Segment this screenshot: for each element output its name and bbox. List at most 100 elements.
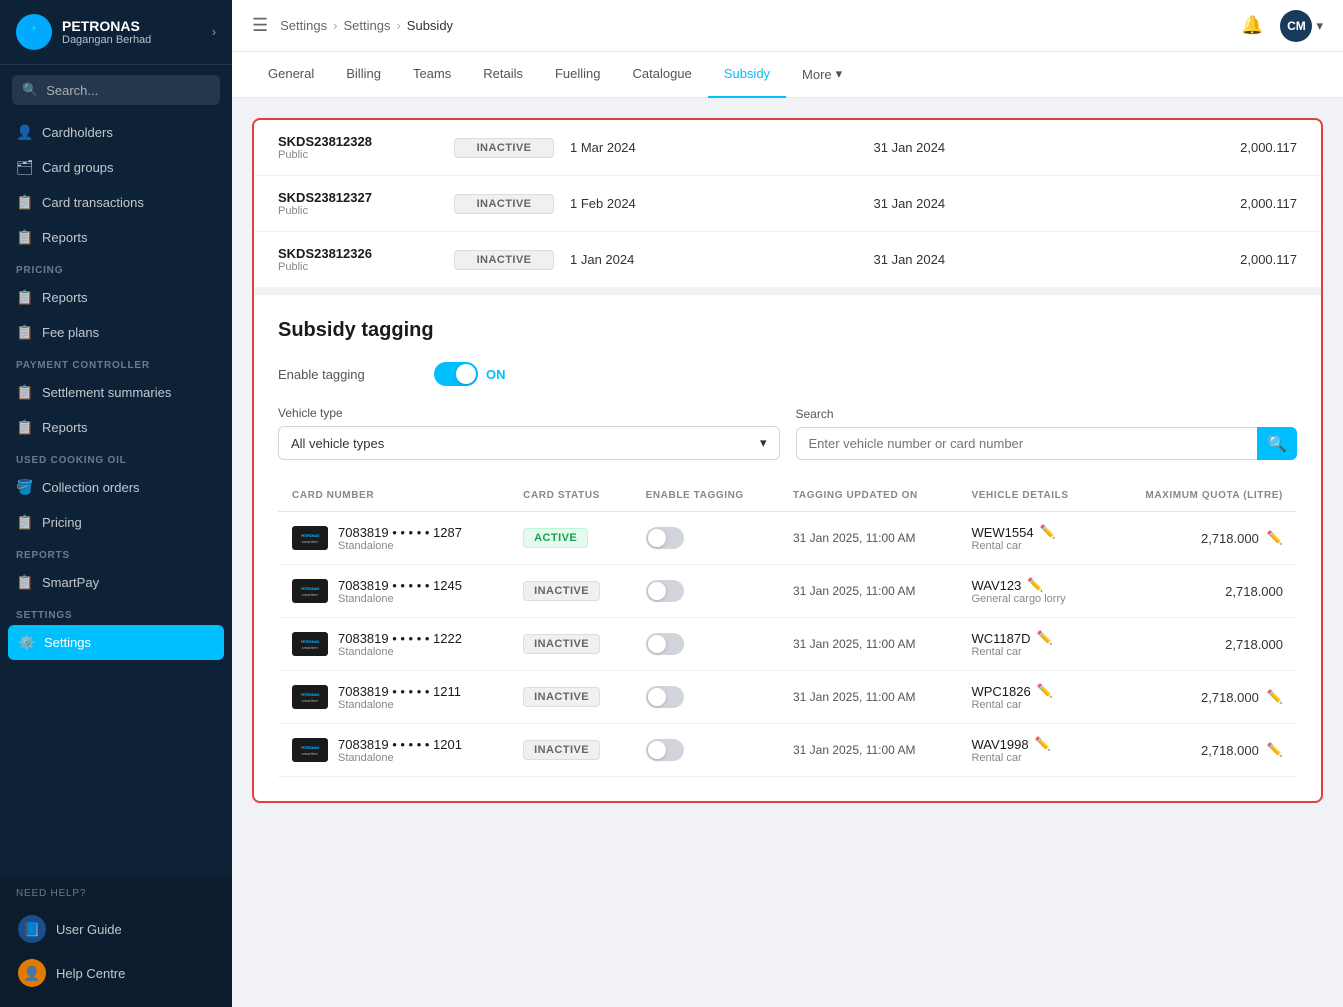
status-badge: INACTIVE: [454, 250, 554, 270]
tab-fuelling[interactable]: Fuelling: [539, 52, 617, 98]
avatar-dropdown[interactable]: CM ▾: [1280, 10, 1323, 42]
tab-more[interactable]: More ▾: [786, 52, 858, 98]
tab-catalogue[interactable]: Catalogue: [617, 52, 708, 98]
sidebar-item-smartpay[interactable]: 📋 SmartPay: [0, 565, 232, 600]
tab-billing[interactable]: Billing: [330, 52, 397, 98]
vehicle-type: Rental car: [971, 699, 1052, 711]
card-cell-2: PETRONAS smartbev 7083819 • • • • • 1222…: [278, 618, 509, 671]
logo-text: PETRONAS Dagangan Berhad: [62, 18, 202, 46]
vehicle-plate: WAV123: [971, 578, 1021, 593]
fee-plans-icon: 📋: [16, 324, 32, 341]
breadcrumb-settings1[interactable]: Settings: [280, 18, 327, 33]
sidebar-expand-icon[interactable]: ›: [212, 25, 216, 39]
user-guide-link[interactable]: 📘 User Guide: [12, 907, 220, 951]
sidebar-item-pricing-cooking[interactable]: 📋 Pricing: [0, 505, 232, 540]
th-card-number: CARD NUMBER: [278, 480, 509, 512]
vehicle-plate: WC1187D: [971, 631, 1030, 646]
enable-tagging-row: Enable tagging ON: [278, 362, 1297, 386]
status-badge: INACTIVE: [454, 138, 554, 158]
subsidy-rows-list: SKDS23812328 Public INACTIVE 1 Mar 2024 …: [254, 120, 1321, 287]
th-card-status: CARD STATUS: [509, 480, 631, 512]
menu-icon[interactable]: ☰: [252, 15, 268, 36]
collection-icon: 🪣: [16, 479, 32, 496]
vehicle-edit-icon[interactable]: ✏️: [1040, 524, 1056, 540]
tab-teams[interactable]: Teams: [397, 52, 467, 98]
tab-subsidy[interactable]: Subsidy: [708, 52, 786, 98]
sidebar-item-settlement[interactable]: 📋 Settlement summaries: [0, 375, 232, 410]
filter-row: Vehicle type All vehicle types ▾ Search …: [278, 406, 1297, 460]
vehicle-type-label: Vehicle type: [278, 406, 780, 420]
card-thumbnail: PETRONAS smartbev: [292, 526, 328, 550]
enable-tagging-toggle[interactable]: [434, 362, 478, 386]
start-date: 1 Mar 2024: [570, 140, 858, 155]
sidebar-item-collection-orders[interactable]: 🪣 Collection orders: [0, 470, 232, 505]
start-date: 1 Feb 2024: [570, 196, 858, 211]
vehicle-plate: WPC1826: [971, 684, 1030, 699]
amount: 2,000.117: [1177, 196, 1297, 211]
card-thumbnail: PETRONAS smartbev: [292, 632, 328, 656]
sidebar-item-card-groups[interactable]: 🗂 Card groups: [0, 150, 232, 185]
quota-edit-icon[interactable]: ✏️: [1267, 742, 1283, 758]
tab-retails[interactable]: Retails: [467, 52, 539, 98]
updated-date: 31 Jan 2025, 11:00 AM: [779, 618, 958, 671]
sidebar-logo[interactable]: PETRONAS Dagangan Berhad ›: [0, 0, 232, 65]
reports-section-label: REPORTS: [0, 540, 232, 565]
card-type: Standalone: [338, 593, 462, 605]
row-tagging-toggle[interactable]: [646, 686, 684, 708]
sidebar-item-cardholders[interactable]: 👤 Cardholders: [0, 115, 232, 150]
help-centre-link[interactable]: 👤 Help Centre: [12, 951, 220, 995]
th-max-quota: MAXIMUM QUOTA (LITRE): [1104, 480, 1297, 512]
subsidy-sub: Public: [278, 261, 438, 273]
pricing-icon: 📋: [16, 514, 32, 531]
updated-date: 31 Jan 2025, 11:00 AM: [779, 671, 958, 724]
th-tagging-updated: TAGGING UPDATED ON: [779, 480, 958, 512]
table-row: SKDS23812328 Public INACTIVE 1 Mar 2024 …: [254, 120, 1321, 176]
amount: 2,000.117: [1177, 140, 1297, 155]
end-date: 31 Jan 2024: [874, 252, 1162, 267]
vehicle-type-select[interactable]: All vehicle types ▾: [278, 426, 780, 460]
toggle-wrap: ON: [434, 362, 506, 386]
vehicle-edit-icon[interactable]: ✏️: [1027, 577, 1043, 593]
search-button[interactable]: 🔍: [1257, 427, 1297, 460]
row-tagging-toggle[interactable]: [646, 527, 684, 549]
enable-tagging-label: Enable tagging: [278, 367, 418, 382]
sidebar-item-reports-pricing[interactable]: 📋 Reports: [0, 280, 232, 315]
sidebar-item-fee-plans[interactable]: 📋 Fee plans: [0, 315, 232, 350]
avatar: CM: [1280, 10, 1312, 42]
updated-date: 31 Jan 2025, 11:00 AM: [779, 512, 958, 565]
breadcrumb-settings2[interactable]: Settings: [343, 18, 390, 33]
vehicle-plate: WAV1998: [971, 737, 1028, 752]
search-input[interactable]: [796, 427, 1258, 460]
main-content: ☰ Settings › Settings › Subsidy 🔔 CM ▾ G…: [232, 0, 1343, 1007]
table-row: PETRONAS smartbev 7083819 • • • • • 1245…: [278, 565, 1297, 618]
vehicle-plate: WEW1554: [971, 525, 1033, 540]
main-card: SKDS23812328 Public INACTIVE 1 Mar 2024 …: [252, 118, 1323, 803]
amount: 2,000.117: [1177, 252, 1297, 267]
sidebar-item-card-transactions[interactable]: 📋 Card transactions: [0, 185, 232, 220]
status-badge: INACTIVE: [454, 194, 554, 214]
row-tagging-toggle[interactable]: [646, 580, 684, 602]
vehicle-edit-icon[interactable]: ✏️: [1036, 630, 1052, 646]
tab-general[interactable]: General: [252, 52, 330, 98]
sidebar-search[interactable]: 🔍 Search...: [12, 75, 220, 105]
cardholder-icon: 👤: [16, 124, 32, 141]
card-number: 7083819 • • • • • 1245: [338, 578, 462, 593]
quota-edit-icon[interactable]: ✏️: [1267, 530, 1283, 546]
sidebar-item-reports-payment[interactable]: 📋 Reports: [0, 410, 232, 445]
vehicle-edit-icon[interactable]: ✏️: [1037, 683, 1053, 699]
start-date: 1 Jan 2024: [570, 252, 858, 267]
vehicle-type-group: Vehicle type All vehicle types ▾: [278, 406, 780, 460]
table-row: SKDS23812326 Public INACTIVE 1 Jan 2024 …: [254, 232, 1321, 287]
avatar-chevron-icon: ▾: [1316, 18, 1323, 34]
row-tagging-toggle[interactable]: [646, 633, 684, 655]
tagging-section: Subsidy tagging Enable tagging ON Vehicl…: [254, 295, 1321, 801]
sidebar-item-settings[interactable]: ⚙️ Settings: [8, 625, 224, 660]
row-tagging-toggle[interactable]: [646, 739, 684, 761]
card-type: Standalone: [338, 699, 461, 711]
quota-value: 2,718.000: [1201, 531, 1259, 546]
card-number: 7083819 • • • • • 1287: [338, 525, 462, 540]
quota-edit-icon[interactable]: ✏️: [1267, 689, 1283, 705]
vehicle-edit-icon[interactable]: ✏️: [1035, 736, 1051, 752]
sidebar-item-reports-cards[interactable]: 📋 Reports: [0, 220, 232, 255]
notification-button[interactable]: 🔔: [1236, 10, 1268, 42]
